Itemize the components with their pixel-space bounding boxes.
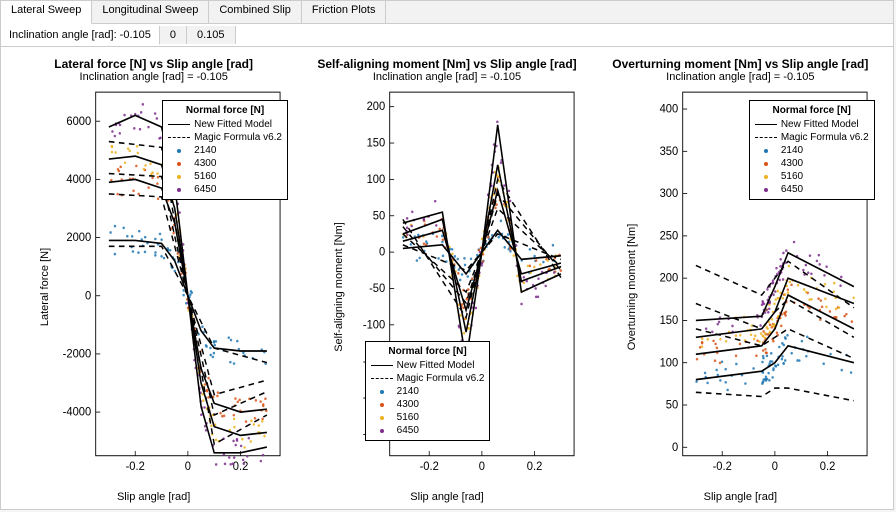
svg-text:0: 0 bbox=[478, 461, 484, 473]
svg-text:0: 0 bbox=[672, 442, 678, 454]
svg-text:0: 0 bbox=[185, 461, 191, 473]
plot-title: Self-aligning moment [Nm] vs Slip angle … bbox=[317, 57, 576, 71]
plot-subtitle: Inclination angle [rad] = -0.105 bbox=[666, 71, 814, 83]
x-axis-label: Slip angle [rad] bbox=[117, 491, 190, 503]
svg-text:100: 100 bbox=[366, 174, 385, 186]
x-axis-label: Slip angle [rad] bbox=[410, 491, 483, 503]
legend-entry: 2140 bbox=[168, 144, 282, 157]
inclination-bar: Inclination angle [rad]: -0.105 0 0.105 bbox=[1, 24, 893, 47]
legend-entry: 5160 bbox=[371, 411, 485, 424]
svg-text:4000: 4000 bbox=[67, 174, 92, 186]
svg-text:400: 400 bbox=[660, 103, 679, 115]
primary-tab-bar: Lateral Sweep Longitudinal Sweep Combine… bbox=[1, 1, 893, 24]
tab-longitudinal-sweep[interactable]: Longitudinal Sweep bbox=[92, 1, 209, 23]
legend-entry: New Fitted Model bbox=[755, 118, 869, 131]
legend: Normal force [N]New Fitted ModelMagic Fo… bbox=[365, 341, 491, 441]
axes-box[interactable]: Lateral force [N]-0.200.2-4000-200002000… bbox=[51, 85, 286, 489]
axes-box[interactable]: Overturning moment [Nm]-0.200.2050100150… bbox=[638, 85, 873, 489]
legend-entry: 6450 bbox=[755, 183, 869, 196]
svg-text:6000: 6000 bbox=[67, 116, 92, 128]
svg-text:-0.2: -0.2 bbox=[713, 461, 732, 473]
svg-text:0: 0 bbox=[379, 246, 385, 258]
legend-title: Normal force [N] bbox=[168, 104, 282, 117]
legend-title: Normal force [N] bbox=[755, 104, 869, 117]
plot-2: Overturning moment [Nm] vs Slip angle [r… bbox=[594, 57, 887, 503]
legend-entry: 6450 bbox=[371, 424, 485, 437]
legend-entry: 4300 bbox=[168, 157, 282, 170]
svg-text:50: 50 bbox=[372, 210, 384, 222]
legend-entry: 4300 bbox=[371, 398, 485, 411]
legend-entry: Magic Formula v6.2 bbox=[168, 131, 282, 144]
svg-text:0.2: 0.2 bbox=[526, 461, 542, 473]
inclination-active[interactable]: Inclination angle [rad]: -0.105 bbox=[1, 26, 160, 45]
svg-text:200: 200 bbox=[660, 272, 679, 284]
legend-entry: 5160 bbox=[755, 170, 869, 183]
legend-entry: 6450 bbox=[168, 183, 282, 196]
svg-text:0.2: 0.2 bbox=[820, 461, 836, 473]
plot-title: Overturning moment [Nm] vs Slip angle [r… bbox=[612, 57, 868, 71]
plot-0: Lateral force [N] vs Slip angle [rad]Inc… bbox=[7, 57, 300, 503]
plot-subtitle: Inclination angle [rad] = -0.105 bbox=[373, 71, 521, 83]
legend-entry: 5160 bbox=[168, 170, 282, 183]
legend-entry: 2140 bbox=[755, 144, 869, 157]
legend-title: Normal force [N] bbox=[371, 345, 485, 358]
legend-entry: 4300 bbox=[755, 157, 869, 170]
svg-text:-50: -50 bbox=[369, 283, 385, 295]
svg-text:350: 350 bbox=[660, 146, 679, 158]
svg-text:0: 0 bbox=[85, 290, 91, 302]
legend-entry: New Fitted Model bbox=[371, 359, 485, 372]
svg-text:2000: 2000 bbox=[67, 232, 92, 244]
plot-subtitle: Inclination angle [rad] = -0.105 bbox=[80, 71, 228, 83]
svg-text:250: 250 bbox=[660, 230, 679, 242]
plot-row: Lateral force [N] vs Slip angle [rad]Inc… bbox=[1, 47, 893, 511]
svg-text:150: 150 bbox=[660, 315, 679, 327]
plot-title: Lateral force [N] vs Slip angle [rad] bbox=[54, 57, 253, 71]
svg-text:-2000: -2000 bbox=[63, 348, 92, 360]
svg-text:100: 100 bbox=[660, 357, 679, 369]
tab-friction-plots[interactable]: Friction Plots bbox=[302, 1, 387, 23]
tab-combined-slip[interactable]: Combined Slip bbox=[209, 1, 302, 23]
svg-text:0: 0 bbox=[772, 461, 778, 473]
svg-text:150: 150 bbox=[366, 137, 385, 149]
svg-text:-0.2: -0.2 bbox=[419, 461, 438, 473]
inclination-option-0105[interactable]: 0.105 bbox=[187, 26, 236, 44]
svg-text:50: 50 bbox=[666, 399, 678, 411]
y-axis-label: Overturning moment [Nm] bbox=[626, 224, 638, 351]
legend: Normal force [N]New Fitted ModelMagic Fo… bbox=[749, 100, 875, 200]
y-axis-label: Lateral force [N] bbox=[39, 248, 51, 326]
app-window: Lateral Sweep Longitudinal Sweep Combine… bbox=[0, 0, 894, 510]
legend-entry: 2140 bbox=[371, 385, 485, 398]
inclination-option-0[interactable]: 0 bbox=[160, 26, 187, 44]
svg-text:-4000: -4000 bbox=[63, 406, 92, 418]
axes-box[interactable]: Self-aligning moment [Nm]-0.200.2-250-20… bbox=[345, 85, 580, 489]
y-axis-label: Self-aligning moment [Nm] bbox=[333, 222, 345, 352]
tab-lateral-sweep[interactable]: Lateral Sweep bbox=[1, 1, 92, 24]
svg-text:300: 300 bbox=[660, 188, 679, 200]
legend: Normal force [N]New Fitted ModelMagic Fo… bbox=[162, 100, 288, 200]
legend-entry: New Fitted Model bbox=[168, 118, 282, 131]
svg-text:200: 200 bbox=[366, 101, 385, 113]
svg-text:0.2: 0.2 bbox=[233, 461, 249, 473]
legend-entry: Magic Formula v6.2 bbox=[755, 131, 869, 144]
svg-text:-100: -100 bbox=[363, 319, 385, 331]
legend-entry: Magic Formula v6.2 bbox=[371, 372, 485, 385]
x-axis-label: Slip angle [rad] bbox=[704, 491, 777, 503]
svg-text:-0.2: -0.2 bbox=[126, 461, 145, 473]
plot-1: Self-aligning moment [Nm] vs Slip angle … bbox=[300, 57, 593, 503]
